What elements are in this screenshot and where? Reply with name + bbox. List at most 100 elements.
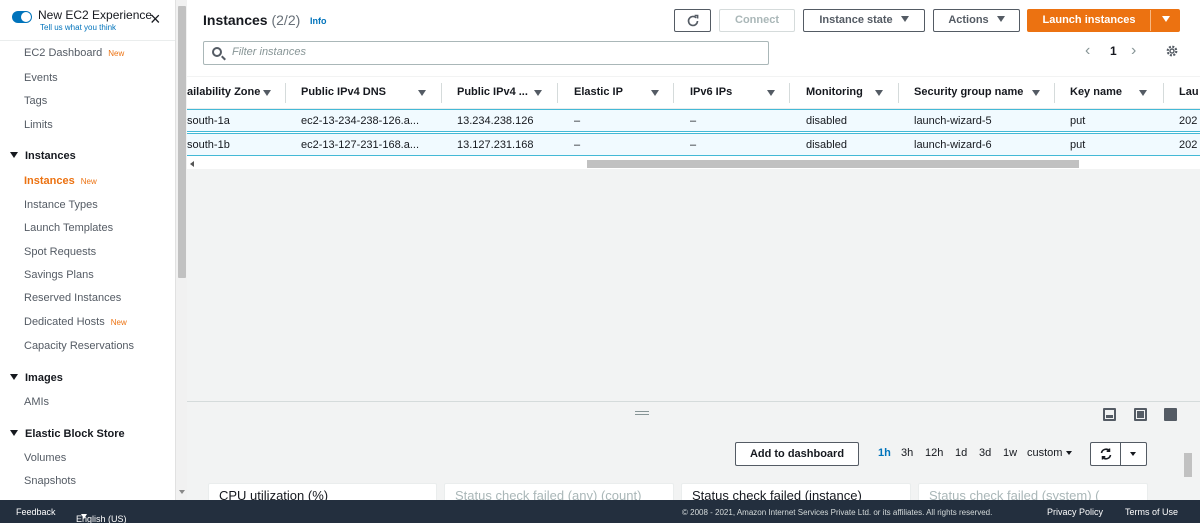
table-cell: launch-wizard-6: [914, 139, 992, 151]
refresh-button[interactable]: [674, 9, 711, 32]
column-divider[interactable]: [285, 83, 286, 103]
caret-down-icon[interactable]: [1130, 452, 1136, 456]
sidebar-item-events[interactable]: Events: [24, 72, 58, 84]
feedback-link[interactable]: Feedback: [16, 507, 56, 517]
sort-icon[interactable]: [1032, 90, 1040, 96]
new-experience-title: New EC2 Experience: [38, 8, 153, 22]
scroll-left-icon[interactable]: [190, 161, 194, 167]
add-to-dashboard-button[interactable]: Add to dashboard: [735, 442, 859, 466]
column-header[interactable]: Monitoring: [806, 86, 863, 98]
sidebar-item-amis[interactable]: AMIs: [24, 396, 49, 408]
sidebar-item-snapshots[interactable]: Snapshots: [24, 475, 76, 487]
sidebar-item-ec2-dashboard[interactable]: EC2 Dashboard New: [24, 47, 124, 59]
sidebar: New EC2 Experience Tell us what you thin…: [0, 0, 175, 500]
sidebar-section-ebs[interactable]: Elastic Block Store: [10, 428, 125, 440]
column-divider[interactable]: [789, 83, 790, 103]
chevron-right-icon[interactable]: ›: [1131, 43, 1136, 59]
connect-button[interactable]: Connect: [719, 9, 795, 32]
split-bottom-icon[interactable]: [1103, 408, 1116, 421]
column-divider[interactable]: [673, 83, 674, 103]
table-cell: 202: [1179, 139, 1198, 151]
sort-icon[interactable]: [651, 90, 659, 96]
column-header[interactable]: IPv6 IPs: [690, 86, 732, 98]
sort-icon[interactable]: [263, 90, 271, 96]
sidebar-item-savings-plans[interactable]: Savings Plans: [24, 269, 94, 281]
sort-icon[interactable]: [418, 90, 426, 96]
scroll-down-icon[interactable]: [179, 490, 185, 494]
chevron-left-icon[interactable]: ‹: [1085, 43, 1090, 59]
launch-instances-button[interactable]: Launch instances: [1028, 10, 1150, 31]
filter-instances-input[interactable]: Filter instances: [203, 41, 769, 65]
new-badge: New: [80, 177, 97, 186]
table-cell: south-1a: [187, 115, 230, 127]
launch-options-caret[interactable]: [1151, 10, 1180, 31]
column-header[interactable]: Elastic IP: [574, 86, 623, 98]
section-label: Instances: [25, 150, 76, 162]
close-icon[interactable]: ×: [150, 10, 161, 28]
sidebar-item-reserved-instances[interactable]: Reserved Instances: [24, 292, 121, 304]
time-range-3d[interactable]: 3d: [979, 447, 991, 459]
sidebar-scrollbar[interactable]: [175, 0, 187, 500]
custom-label: custom: [1027, 447, 1063, 459]
table-cell: disabled: [806, 115, 847, 127]
table-row[interactable]: south-1a ec2-13-234-238-126.a... 13.234.…: [187, 109, 1200, 132]
caret-down-icon: [10, 374, 18, 380]
column-divider[interactable]: [1163, 83, 1164, 103]
monitoring-scrollbar[interactable]: [1182, 445, 1194, 500]
sidebar-item-volumes[interactable]: Volumes: [24, 452, 66, 464]
sort-icon[interactable]: [1139, 90, 1147, 96]
column-divider[interactable]: [441, 83, 442, 103]
refresh-icon[interactable]: [1099, 447, 1113, 461]
time-range-3h[interactable]: 3h: [901, 447, 913, 459]
instance-state-dropdown[interactable]: Instance state: [803, 9, 925, 32]
split-full-icon[interactable]: [1164, 408, 1177, 421]
time-range-1h[interactable]: 1h: [878, 447, 891, 459]
sidebar-item-spot-requests[interactable]: Spot Requests: [24, 246, 96, 258]
sort-icon[interactable]: [875, 90, 883, 96]
scrollbar-thumb[interactable]: [587, 160, 1079, 168]
gear-icon[interactable]: [1165, 44, 1179, 58]
column-header[interactable]: Public IPv4 DNS: [301, 86, 386, 98]
column-header[interactable]: Key name: [1070, 86, 1122, 98]
column-header[interactable]: Lau: [1179, 86, 1199, 98]
time-range-12h[interactable]: 12h: [925, 447, 943, 459]
sidebar-section-images[interactable]: Images: [10, 372, 63, 384]
time-range-1w[interactable]: 1w: [1003, 447, 1017, 459]
page-number[interactable]: 1: [1110, 44, 1117, 58]
actions-dropdown[interactable]: Actions: [933, 9, 1020, 32]
feedback-link[interactable]: Tell us what you think: [40, 23, 116, 32]
scrollbar-thumb[interactable]: [178, 6, 186, 278]
column-divider[interactable]: [898, 83, 899, 103]
sidebar-section-instances[interactable]: Instances: [10, 150, 76, 162]
sidebar-item-limits[interactable]: Limits: [24, 119, 53, 131]
new-experience-toggle[interactable]: [12, 11, 32, 23]
column-divider[interactable]: [1054, 83, 1055, 103]
column-header[interactable]: Security group name: [914, 86, 1023, 98]
sidebar-item-tags[interactable]: Tags: [24, 95, 47, 107]
table-row[interactable]: south-1b ec2-13-127-231-168.a... 13.127.…: [187, 133, 1200, 156]
privacy-policy-link[interactable]: Privacy Policy: [1047, 507, 1103, 517]
info-link[interactable]: Info: [310, 16, 327, 26]
sort-icon[interactable]: [534, 90, 542, 96]
table-horizontal-scrollbar[interactable]: [187, 159, 1200, 169]
time-range-custom[interactable]: custom: [1027, 447, 1073, 459]
sidebar-item-capacity-reservations[interactable]: Capacity Reservations: [24, 340, 134, 352]
column-divider[interactable]: [557, 83, 558, 103]
sidebar-item-instance-types[interactable]: Instance Types: [24, 199, 98, 211]
sidebar-item-dedicated-hosts[interactable]: Dedicated Hosts New: [24, 316, 127, 328]
section-label: Elastic Block Store: [25, 428, 125, 440]
section-label: Images: [25, 372, 63, 384]
sort-icon[interactable]: [767, 90, 775, 96]
sidebar-item-launch-templates[interactable]: Launch Templates: [24, 222, 113, 234]
column-header[interactable]: ailability Zone: [187, 86, 260, 98]
scrollbar-thumb[interactable]: [1184, 453, 1192, 477]
split-panel-divider[interactable]: [187, 401, 1200, 402]
sidebar-item-instances[interactable]: Instances New: [24, 175, 97, 187]
column-header[interactable]: Public IPv4 ...: [457, 86, 528, 98]
refresh-split-button[interactable]: [1090, 442, 1147, 466]
time-range-1d[interactable]: 1d: [955, 447, 967, 459]
split-middle-icon[interactable]: [1134, 408, 1147, 421]
terms-of-use-link[interactable]: Terms of Use: [1125, 507, 1178, 517]
launch-instances-split-button[interactable]: Launch instances: [1027, 9, 1180, 32]
drag-handle-icon[interactable]: [635, 411, 649, 415]
